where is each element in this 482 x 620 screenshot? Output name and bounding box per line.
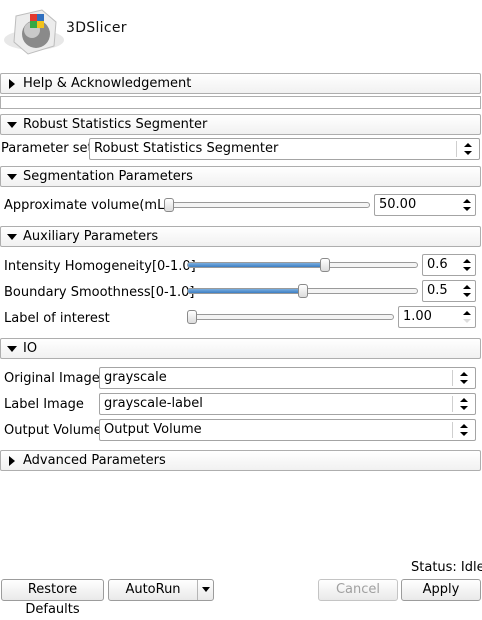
- spin-arrows-icon[interactable]: [461, 257, 473, 273]
- collapse-arrow-icon: [7, 122, 17, 128]
- help-content-panel: [0, 96, 481, 109]
- output-volume-combo[interactable]: Output Volume: [99, 419, 476, 441]
- label-of-interest-spinbox[interactable]: 1.00: [398, 306, 476, 328]
- section-auxiliary-title: Auxiliary Parameters: [23, 229, 159, 244]
- autorun-menu-button[interactable]: [197, 580, 213, 600]
- label-of-interest-label: Label of interest: [4, 311, 110, 326]
- section-help[interactable]: Help & Acknowledgement: [0, 73, 481, 94]
- spin-arrows-icon[interactable]: [461, 197, 473, 213]
- original-image-value: grayscale: [104, 370, 167, 385]
- combo-arrows-icon: [460, 372, 468, 384]
- section-module-title: Robust Statistics Segmenter: [23, 117, 208, 132]
- boundary-slider-fill: [188, 289, 303, 293]
- section-help-title: Help & Acknowledgement: [23, 76, 192, 91]
- combo-arrows-icon: [460, 398, 468, 410]
- intensity-slider[interactable]: [187, 262, 418, 268]
- app-logo-text: 3DSlicer: [66, 20, 127, 36]
- boundary-label: Boundary Smoothness[0-1.0]: [4, 285, 195, 300]
- output-volume-label: Output Volume: [4, 423, 102, 438]
- boundary-spinbox[interactable]: 0.5: [422, 280, 476, 302]
- combo-separator: [452, 370, 453, 386]
- section-advanced-title: Advanced Parameters: [23, 453, 166, 468]
- section-segmentation[interactable]: Segmentation Parameters: [0, 166, 481, 187]
- approx-volume-slider[interactable]: [164, 202, 370, 208]
- intensity-label: Intensity Homogeneity[0-1.0]: [4, 259, 196, 274]
- autorun-button[interactable]: AutoRun: [108, 579, 214, 601]
- label-image-combo[interactable]: grayscale-label: [99, 393, 476, 415]
- restore-defaults-button[interactable]: Restore Defaults: [1, 579, 104, 617]
- label-of-interest-slider-handle[interactable]: [187, 310, 197, 324]
- expand-arrow-icon: [9, 79, 15, 89]
- intensity-slider-handle[interactable]: [320, 258, 330, 272]
- combo-separator: [452, 396, 453, 412]
- approx-volume-slider-handle[interactable]: [164, 198, 174, 212]
- slicer-logo-icon: [2, 2, 72, 62]
- section-advanced[interactable]: Advanced Parameters: [0, 450, 481, 471]
- spin-arrows-icon[interactable]: [461, 283, 473, 299]
- boundary-slider-handle[interactable]: [298, 284, 308, 298]
- spin-arrows-icon[interactable]: [461, 309, 473, 325]
- output-volume-value: Output Volume: [104, 422, 202, 437]
- boundary-value: 0.5: [427, 283, 448, 298]
- section-io-title: IO: [23, 341, 38, 356]
- parameter-set-combo[interactable]: Robust Statistics Segmenter: [89, 138, 480, 160]
- menu-arrow-icon: [202, 587, 210, 592]
- original-image-combo[interactable]: grayscale: [99, 367, 476, 389]
- combo-separator: [456, 141, 457, 157]
- combo-separator: [452, 422, 453, 438]
- approx-volume-label: Approximate volume(mL): [4, 198, 170, 213]
- section-module[interactable]: Robust Statistics Segmenter: [0, 114, 481, 135]
- apply-button[interactable]: Apply: [401, 579, 481, 601]
- cancel-button[interactable]: Cancel: [318, 579, 398, 601]
- combo-arrows-icon: [460, 424, 468, 436]
- label-image-label: Label Image: [4, 397, 84, 412]
- intensity-value: 0.6: [427, 257, 448, 272]
- intensity-slider-fill: [188, 263, 326, 267]
- combo-arrows-icon: [464, 143, 472, 155]
- autorun-label: AutoRun: [125, 582, 181, 597]
- intensity-spinbox[interactable]: 0.6: [422, 254, 476, 276]
- label-of-interest-slider[interactable]: [187, 314, 394, 320]
- collapse-arrow-icon: [7, 174, 17, 180]
- section-segmentation-title: Segmentation Parameters: [23, 169, 193, 184]
- approx-volume-value: 50.00: [379, 197, 417, 212]
- parameter-set-label: Parameter set:: [1, 141, 98, 156]
- original-image-label: Original Image: [4, 371, 100, 386]
- collapse-arrow-icon: [7, 234, 17, 240]
- section-io[interactable]: IO: [0, 338, 481, 359]
- label-of-interest-value: 1.00: [403, 309, 432, 324]
- section-auxiliary[interactable]: Auxiliary Parameters: [0, 226, 481, 247]
- expand-arrow-icon: [9, 456, 15, 466]
- parameter-set-value: Robust Statistics Segmenter: [94, 141, 279, 156]
- label-image-value: grayscale-label: [104, 396, 203, 411]
- status-text: Status: Idle: [411, 560, 482, 575]
- collapse-arrow-icon: [7, 346, 17, 352]
- approx-volume-spinbox[interactable]: 50.00: [374, 194, 476, 216]
